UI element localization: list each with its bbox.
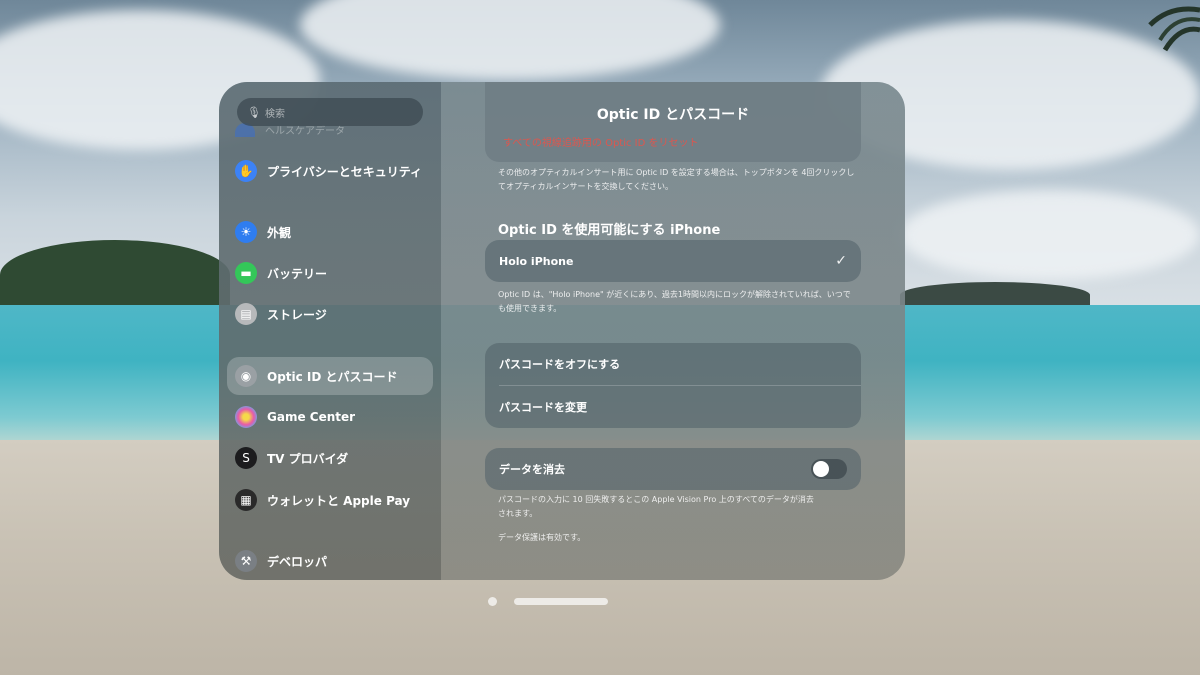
window-dot[interactable] — [488, 597, 497, 606]
game-center-icon — [235, 406, 257, 428]
sidebar-item-appearance[interactable]: ☀ 外観 — [227, 213, 433, 251]
sidebar-item-label: ウォレットと Apple Pay — [267, 493, 411, 508]
iphone-name: Holo iPhone — [499, 254, 574, 268]
sidebar-item-label: プライバシーとセキュリティ — [267, 164, 423, 179]
search-field[interactable]: 🎙 検索 — [237, 98, 423, 126]
passcode-change-label: パスコードを変更 — [499, 401, 587, 414]
sidebar-item-developer[interactable]: ⚒ デベロッパ — [227, 542, 433, 580]
erase-card: データを消去 — [485, 448, 861, 490]
battery-icon: ▬ — [235, 262, 257, 284]
sidebar-item-label: TV プロバイダ — [267, 451, 349, 466]
storage-icon: ▤ — [235, 303, 257, 325]
sidebar-item-label: ストレージ — [267, 307, 327, 322]
iphone-row[interactable]: Holo iPhone ✓ — [485, 240, 861, 282]
content-pane: Optic ID とパスコード すべての視線追跡用の Optic ID をリセッ… — [441, 82, 905, 580]
sidebar: ヘルスケアデータ 🎙 検索 ✋ プライバシーとセキュリティ ☀ 外観 ▬ バッテ… — [219, 82, 441, 580]
toggle-knob — [813, 461, 829, 477]
passcode-off-row[interactable]: パスコードをオフにする — [485, 343, 861, 385]
sidebar-item-label: Optic ID とパスコード — [267, 369, 398, 384]
erase-data-toggle[interactable] — [811, 459, 847, 479]
sidebar-item-label: バッテリー — [267, 266, 328, 281]
page-title: Optic ID とパスコード — [596, 107, 750, 123]
sidebar-item-label: Game Center — [267, 410, 356, 424]
iphone-card: Holo iPhone ✓ — [485, 240, 861, 282]
wallet-icon: ▦ — [235, 489, 257, 511]
eye-icon: ◉ — [235, 365, 257, 387]
microphone-icon[interactable]: 🎙 — [247, 106, 261, 119]
section-title: Optic ID を使用可能にする iPhone — [498, 223, 721, 238]
checkmark-icon: ✓ — [835, 253, 847, 269]
sun-icon: ☀ — [235, 221, 257, 243]
sidebar-item-battery[interactable]: ▬ バッテリー — [227, 254, 433, 292]
window-grabber[interactable] — [514, 598, 608, 605]
passcode-off-label: パスコードをオフにする — [499, 358, 621, 371]
sidebar-item-optic-id[interactable]: ◉ Optic ID とパスコード — [227, 357, 433, 395]
erase-data-label: データを消去 — [499, 463, 565, 476]
passcode-change-row[interactable]: パスコードを変更 — [485, 386, 861, 428]
passcode-card: パスコードをオフにする パスコードを変更 — [485, 343, 861, 428]
data-protection-note: データ保護は有効です。 — [498, 533, 586, 542]
island-hill — [0, 240, 230, 310]
sidebar-item-tv-provider[interactable]: S TV プロバイダ — [227, 439, 433, 477]
sidebar-item-game-center[interactable]: Game Center — [227, 398, 433, 436]
hand-icon: ✋ — [235, 160, 257, 182]
sidebar-item-storage[interactable]: ▤ ストレージ — [227, 295, 433, 333]
cloud — [900, 190, 1200, 280]
hammer-icon: ⚒ — [235, 550, 257, 572]
sidebar-item-wallet[interactable]: ▦ ウォレットと Apple Pay — [227, 481, 433, 519]
sidebar-item-label: デベロッパ — [267, 554, 328, 569]
erase-data-row: データを消去 — [485, 448, 861, 490]
sidebar-item-label: 外観 — [267, 225, 292, 240]
settings-window: ヘルスケアデータ 🎙 検索 ✋ プライバシーとセキュリティ ☀ 外観 ▬ バッテ… — [219, 82, 905, 580]
search-placeholder: 検索 — [265, 108, 285, 120]
optical-insert-note: その他のオプティカルインサート用に Optic ID を設定する場合は、トップボ… — [498, 168, 855, 191]
erase-note: パスコードの入力に 10 回失敗するとこの Apple Vision Pro 上… — [498, 495, 814, 518]
iphone-note: Optic ID は、"Holo iPhone" が近くにあり、過去1時間以内に… — [498, 290, 851, 313]
palm-leaves-icon — [1148, 6, 1200, 52]
sidebar-item-privacy[interactable]: ✋ プライバシーとセキュリティ — [227, 152, 433, 190]
reset-optic-id-button[interactable]: すべての視線追跡用の Optic ID をリセット — [503, 134, 699, 149]
tv-provider-icon: S — [235, 447, 257, 469]
